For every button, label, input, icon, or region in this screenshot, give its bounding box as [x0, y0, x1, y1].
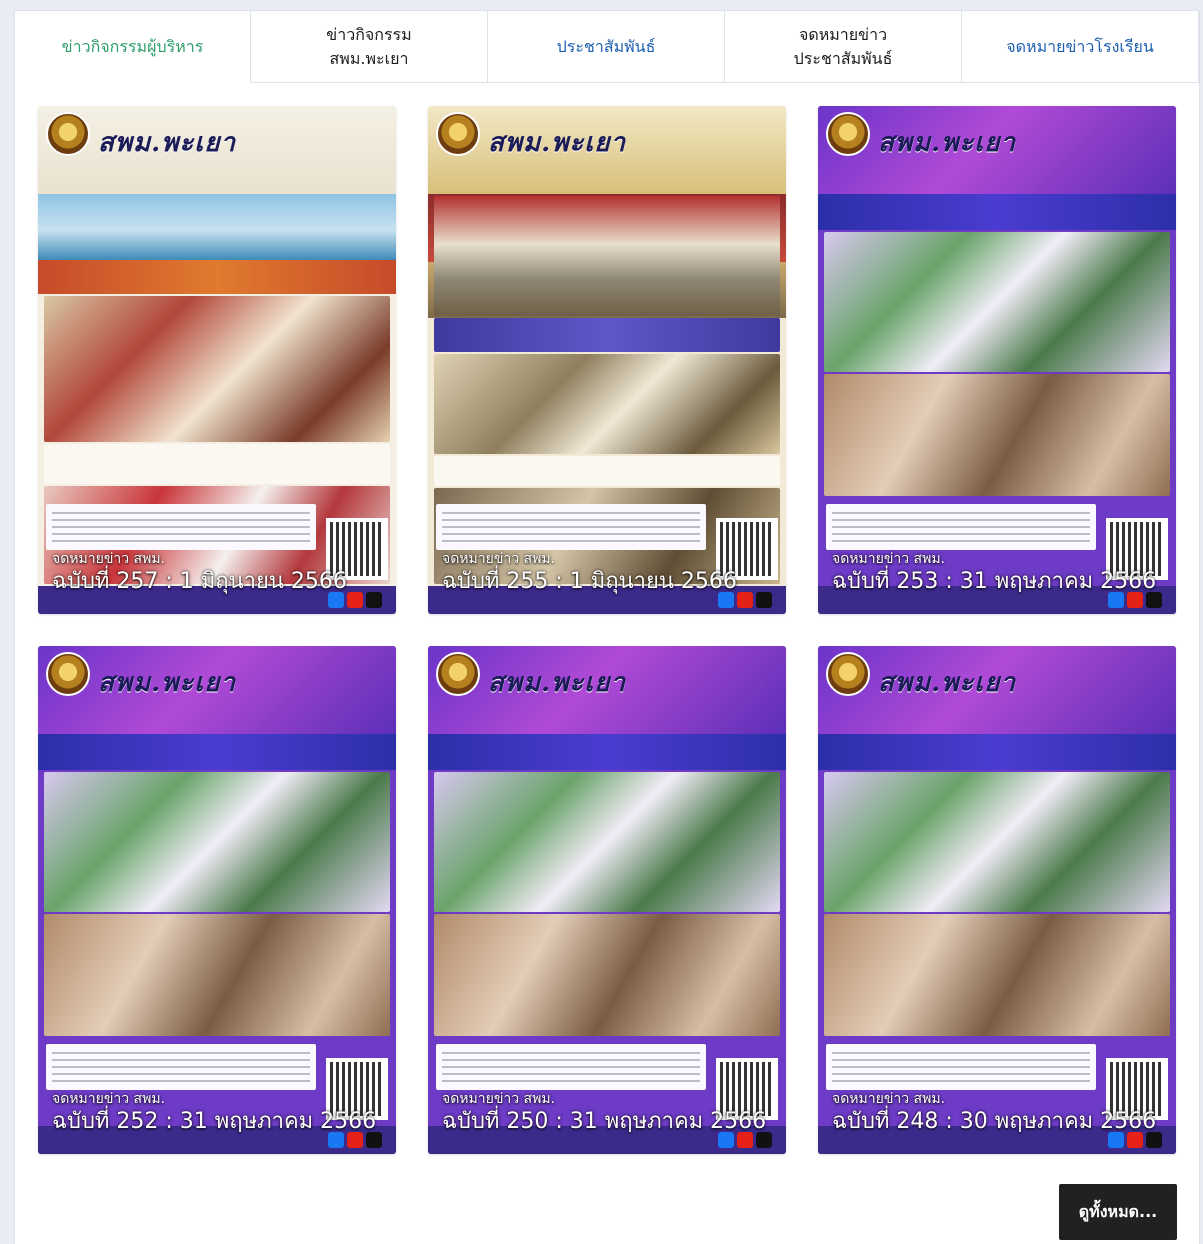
tab-label: ข่าวกิจกรรม สพม.พะเยา	[326, 24, 412, 68]
newsletter-body-text	[436, 504, 706, 550]
newsletter-photo	[824, 914, 1170, 1036]
newsletter-photo	[824, 374, 1170, 496]
newsletter-banner	[818, 194, 1176, 230]
newsletter-photo	[434, 456, 780, 486]
issue-title: ฉบับที่ 257 : 1 มิถุนายน 2566	[52, 569, 347, 594]
newsletter-card[interactable]: สพม.พะเยาจดหมายข่าว สพม. ฉบับที่ 248 : 30…	[818, 646, 1176, 1154]
newsletter-body-text	[826, 504, 1096, 550]
issue-title: ฉบับที่ 248 : 30 พฤษภาคม 2566	[832, 1109, 1157, 1134]
caption-label: จดหมายข่าว สพม.	[52, 1091, 166, 1107]
issue-title: ฉบับที่ 255 : 1 มิถุนายน 2566	[442, 569, 737, 594]
tab-label: จดหมายข่าวโรงเรียน	[1006, 36, 1154, 56]
newsletter-card[interactable]: สพม.พะเยาจดหมายข่าว สพม. ฉบับที่ 255 : 1 …	[428, 106, 786, 614]
tab-public-relations[interactable]: ประชาสัมพันธ์	[488, 10, 725, 83]
masthead-title: สพม.พะเยา	[878, 668, 1017, 698]
newsletter-photo	[44, 914, 390, 1036]
youtube-icon	[347, 592, 363, 608]
newsletter-caption: จดหมายข่าว สพม. ฉบับที่ 252 : 31 พฤษภาคม …	[52, 1090, 376, 1136]
tab-activity-news[interactable]: ข่าวกิจกรรม สพม.พะเยา	[251, 10, 488, 83]
newsletter-card[interactable]: สพม.พะเยาจดหมายข่าว สพม. ฉบับที่ 257 : 1 …	[38, 106, 396, 614]
tab-executive-news[interactable]: ข่าวกิจกรรมผู้บริหาร	[14, 10, 251, 83]
masthead-title: สพม.พะเยา	[878, 128, 1017, 158]
issue-title: ฉบับที่ 250 : 31 พฤษภาคม 2566	[442, 1109, 767, 1134]
tiktok-icon	[756, 592, 772, 608]
newsletter-grid: สพม.พะเยา จดหมายข่าว สพม. ฉบับที่ 257 : 1 …	[38, 106, 1178, 1154]
office-seal-icon	[826, 652, 870, 696]
issue-title: ฉบับที่ 252 : 31 พฤษภาคม 2566	[52, 1109, 377, 1134]
tab-school-newsletter[interactable]: จดหมายข่าวโรงเรียน	[962, 10, 1199, 83]
view-all-button[interactable]: ดูทั้งหมด...	[1059, 1184, 1177, 1240]
newsletter-photo	[824, 232, 1170, 372]
newsletter-banner	[38, 194, 396, 260]
masthead-title: สพม.พะเยา	[488, 668, 627, 698]
news-tabs: ข่าวกิจกรรมผู้บริหาร ข่าวกิจกรรม สพม.พะเ…	[14, 10, 1200, 83]
newsletter-photo	[434, 772, 780, 912]
newsletter-photo	[434, 914, 780, 1036]
newsletter-banner	[38, 260, 396, 294]
tab-label: จดหมายข่าว ประชาสัมพันธ์	[793, 24, 893, 68]
newsletter-photo	[434, 196, 780, 316]
newsletter-card[interactable]: สพม.พะเยาจดหมายข่าว สพม. ฉบับที่ 253 : 31…	[818, 106, 1176, 614]
newsletter-card[interactable]: สพม.พะเยาจดหมายข่าว สพม. ฉบับที่ 250 : 31…	[428, 646, 786, 1154]
caption-label: จดหมายข่าว สพม.	[52, 551, 166, 567]
newsletter-body-text	[826, 1044, 1096, 1090]
newsletter-body-text	[46, 1044, 316, 1090]
newsletter-caption: จดหมายข่าว สพม. ฉบับที่ 248 : 30 พฤษภาคม …	[832, 1090, 1156, 1136]
newsletter-banner	[428, 734, 786, 770]
tab-label: ข่าวกิจกรรมผู้บริหาร	[61, 36, 204, 56]
newsletter-caption: จดหมายข่าว สพม. ฉบับที่ 253 : 31 พฤษภาคม …	[832, 550, 1156, 596]
newsletter-card[interactable]: สพม.พะเยาจดหมายข่าว สพม. ฉบับที่ 252 : 31…	[38, 646, 396, 1154]
caption-label: จดหมายข่าว สพม.	[442, 1091, 556, 1107]
masthead-title: สพม.พะเยา	[98, 668, 237, 698]
caption-label: จดหมายข่าว สพม.	[832, 551, 946, 567]
tiktok-icon	[366, 592, 382, 608]
tab-label: ประชาสัมพันธ์	[556, 36, 656, 56]
newsletter-caption: จดหมายข่าว สพม. ฉบับที่ 255 : 1 มิถุนายน …	[442, 550, 737, 596]
office-seal-icon	[436, 652, 480, 696]
caption-label: จดหมายข่าว สพม.	[832, 1091, 946, 1107]
newsletter-photo	[824, 772, 1170, 912]
newsletter-photo	[44, 444, 390, 484]
newsletter-body-text	[46, 504, 316, 550]
newsletter-caption: จดหมายข่าว สพม. ฉบับที่ 250 : 31 พฤษภาคม …	[442, 1090, 766, 1136]
newsletter-photo	[44, 772, 390, 912]
masthead-title: สพม.พะเยา	[488, 128, 627, 158]
newsletter-photo	[434, 354, 780, 454]
office-seal-icon	[46, 652, 90, 696]
office-seal-icon	[826, 112, 870, 156]
newsletter-photo	[44, 296, 390, 442]
caption-label: จดหมายข่าว สพม.	[442, 551, 556, 567]
issue-title: ฉบับที่ 253 : 31 พฤษภาคม 2566	[832, 569, 1157, 594]
tab-pr-newsletter[interactable]: จดหมายข่าว ประชาสัมพันธ์	[725, 10, 962, 83]
office-seal-icon	[436, 112, 480, 156]
office-seal-icon	[46, 112, 90, 156]
newsletter-banner	[818, 734, 1176, 770]
newsletter-banner	[38, 734, 396, 770]
newsletter-caption: จดหมายข่าว สพม. ฉบับที่ 257 : 1 มิถุนายน …	[52, 550, 347, 596]
newsletter-photo	[434, 318, 780, 352]
youtube-icon	[737, 592, 753, 608]
masthead-title: สพม.พะเยา	[98, 128, 237, 158]
newsletter-body-text	[436, 1044, 706, 1090]
